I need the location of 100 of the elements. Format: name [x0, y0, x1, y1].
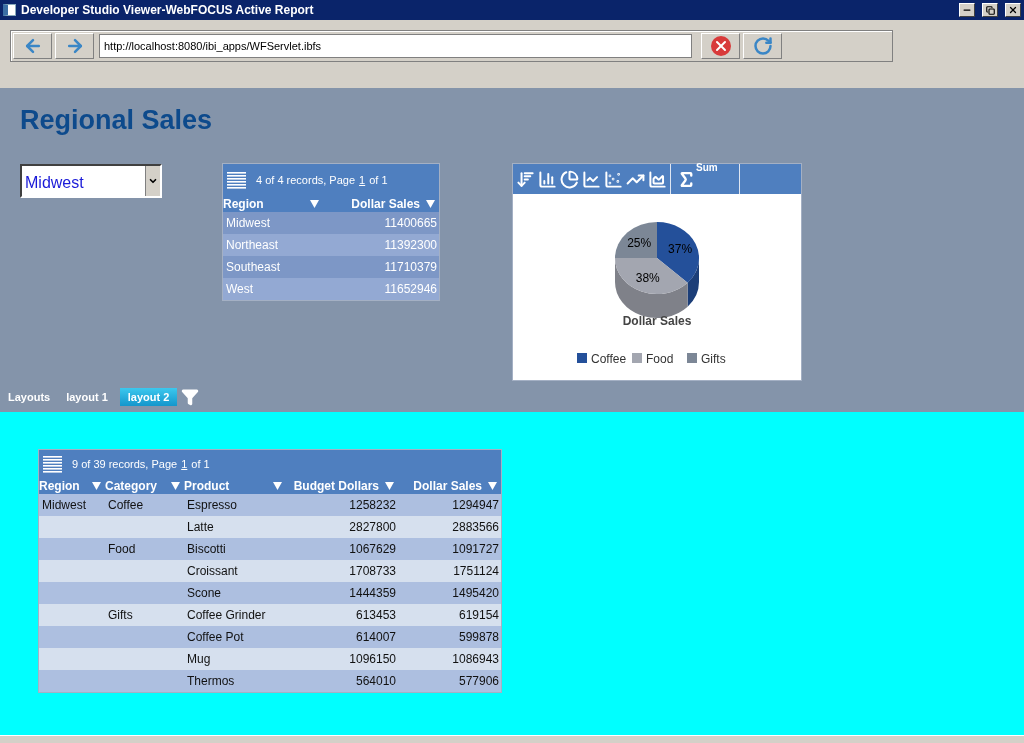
- sort-icon[interactable]: [488, 482, 497, 490]
- table-cell: 1086943: [398, 648, 501, 670]
- table-cell: 11392300: [323, 234, 439, 256]
- forward-button[interactable]: [55, 33, 94, 59]
- column-header[interactable]: Region: [223, 196, 323, 212]
- table-cell: 11400665: [323, 212, 439, 234]
- page-title: Regional Sales: [20, 105, 214, 136]
- table-cell: Biscotti: [184, 538, 286, 560]
- table-cell: Latte: [184, 516, 286, 538]
- table-cell: Thermos: [184, 670, 286, 692]
- sort-icon[interactable]: [273, 482, 282, 490]
- sort-icon[interactable]: [516, 169, 535, 189]
- scatter-chart-icon[interactable]: [604, 169, 623, 189]
- sort-icon[interactable]: [385, 482, 394, 490]
- column-label: Category: [105, 479, 157, 493]
- table-cell: 2827800: [286, 516, 398, 538]
- sort-icon[interactable]: [171, 482, 180, 490]
- page-total: of 1: [191, 458, 210, 470]
- column-header[interactable]: Category: [105, 478, 184, 494]
- column-label: Product: [184, 479, 230, 493]
- page-link[interactable]: 1: [181, 458, 188, 470]
- table-cell: 1751124: [398, 560, 501, 582]
- minimize-button[interactable]: [959, 3, 975, 17]
- table-cell: [39, 604, 105, 626]
- back-button[interactable]: [13, 33, 52, 59]
- table-cell: Coffee Grinder: [184, 604, 286, 626]
- table-cell: 1495420: [398, 582, 501, 604]
- column-header[interactable]: Dollar Sales: [398, 478, 501, 494]
- table-cell: 599878: [398, 626, 501, 648]
- pie-chart-icon[interactable]: [560, 169, 579, 189]
- legend-swatch: [687, 353, 697, 363]
- column-header[interactable]: Product: [184, 478, 286, 494]
- table-cell: 1096150: [286, 648, 398, 670]
- sort-icon[interactable]: [310, 200, 319, 208]
- legend-label: Coffee: [591, 352, 627, 366]
- column-label: Region: [39, 479, 80, 493]
- column-header[interactable]: Region: [39, 478, 105, 494]
- table-cell: 11710379: [323, 256, 439, 278]
- line-chart-icon[interactable]: [582, 169, 601, 189]
- list-icon[interactable]: [43, 455, 62, 473]
- table-cell: Southeast: [223, 256, 323, 278]
- column-header[interactable]: Budget Dollars: [286, 478, 398, 494]
- restore-icon: [985, 5, 995, 15]
- column-header[interactable]: Dollar Sales: [323, 196, 439, 212]
- records-text: 9 of 39 records, Page: [72, 458, 178, 470]
- pie-slice[interactable]: [615, 222, 657, 258]
- table-cell: [39, 538, 105, 560]
- region-dropdown[interactable]: Midwest: [20, 164, 162, 198]
- table-cell: [39, 516, 105, 538]
- table-cell: Food: [105, 538, 184, 560]
- page-link[interactable]: 1: [359, 174, 366, 186]
- table-cell: 1294947: [398, 494, 501, 516]
- table-cell: 619154: [398, 604, 501, 626]
- legend-label: Food: [646, 352, 674, 366]
- table-cell: 1091727: [398, 538, 501, 560]
- table-cell: 564010: [286, 670, 398, 692]
- data-label: 37%: [668, 242, 693, 257]
- aggregate-label[interactable]: Sum: [696, 161, 718, 173]
- table-cell: [39, 582, 105, 604]
- table-cell: 11652946: [323, 278, 439, 300]
- chart-title: Dollar Sales: [622, 314, 692, 328]
- table-cell: Espresso: [184, 494, 286, 516]
- column-label: Budget Dollars: [293, 479, 379, 493]
- table-cell: 1708733: [286, 560, 398, 582]
- close-icon: [1008, 5, 1018, 15]
- table-cell: 1067629: [286, 538, 398, 560]
- area-chart-icon[interactable]: [648, 169, 667, 189]
- table-cell: 614007: [286, 626, 398, 648]
- window-icon: [3, 4, 16, 16]
- table-cell: Coffee Pot: [184, 626, 286, 648]
- legend-swatch: [632, 353, 642, 363]
- sort-icon[interactable]: [426, 200, 435, 208]
- address-field[interactable]: http://localhost:8080/ibi_apps/WFServlet.ibfs: [99, 34, 692, 58]
- table-cell: West: [223, 278, 323, 300]
- list-icon[interactable]: [227, 171, 246, 189]
- table-cell: [39, 670, 105, 692]
- sort-icon[interactable]: [92, 482, 101, 490]
- data-label: 25%: [627, 235, 652, 250]
- table-cell: 1444359: [286, 582, 398, 604]
- table-cell: Mug: [184, 648, 286, 670]
- layout-tab[interactable]: layout 1: [58, 388, 116, 406]
- table-cell: [39, 560, 105, 582]
- column-label: Dollar Sales: [413, 479, 482, 493]
- data-label: 38%: [635, 271, 660, 286]
- refresh-icon: [752, 36, 773, 56]
- table-cell: Coffee: [105, 494, 184, 516]
- layout-tab[interactable]: layout 2: [119, 388, 178, 406]
- table-cell: 613453: [286, 604, 398, 626]
- close-button[interactable]: [1005, 3, 1021, 17]
- filter-icon[interactable]: [181, 388, 200, 406]
- table-cell: Gifts: [105, 604, 184, 626]
- legend-label: Gifts: [701, 352, 726, 366]
- page-total: of 1: [369, 174, 388, 186]
- legend-swatch: [577, 353, 587, 363]
- stop-button[interactable]: [701, 33, 740, 59]
- window-title: Developer Studio Viewer-WebFOCUS Active Report: [21, 3, 315, 17]
- refresh-button[interactable]: [743, 33, 782, 59]
- column-label: Region: [223, 197, 264, 211]
- bar-chart-icon[interactable]: [538, 169, 557, 189]
- restore-button[interactable]: [982, 3, 998, 17]
